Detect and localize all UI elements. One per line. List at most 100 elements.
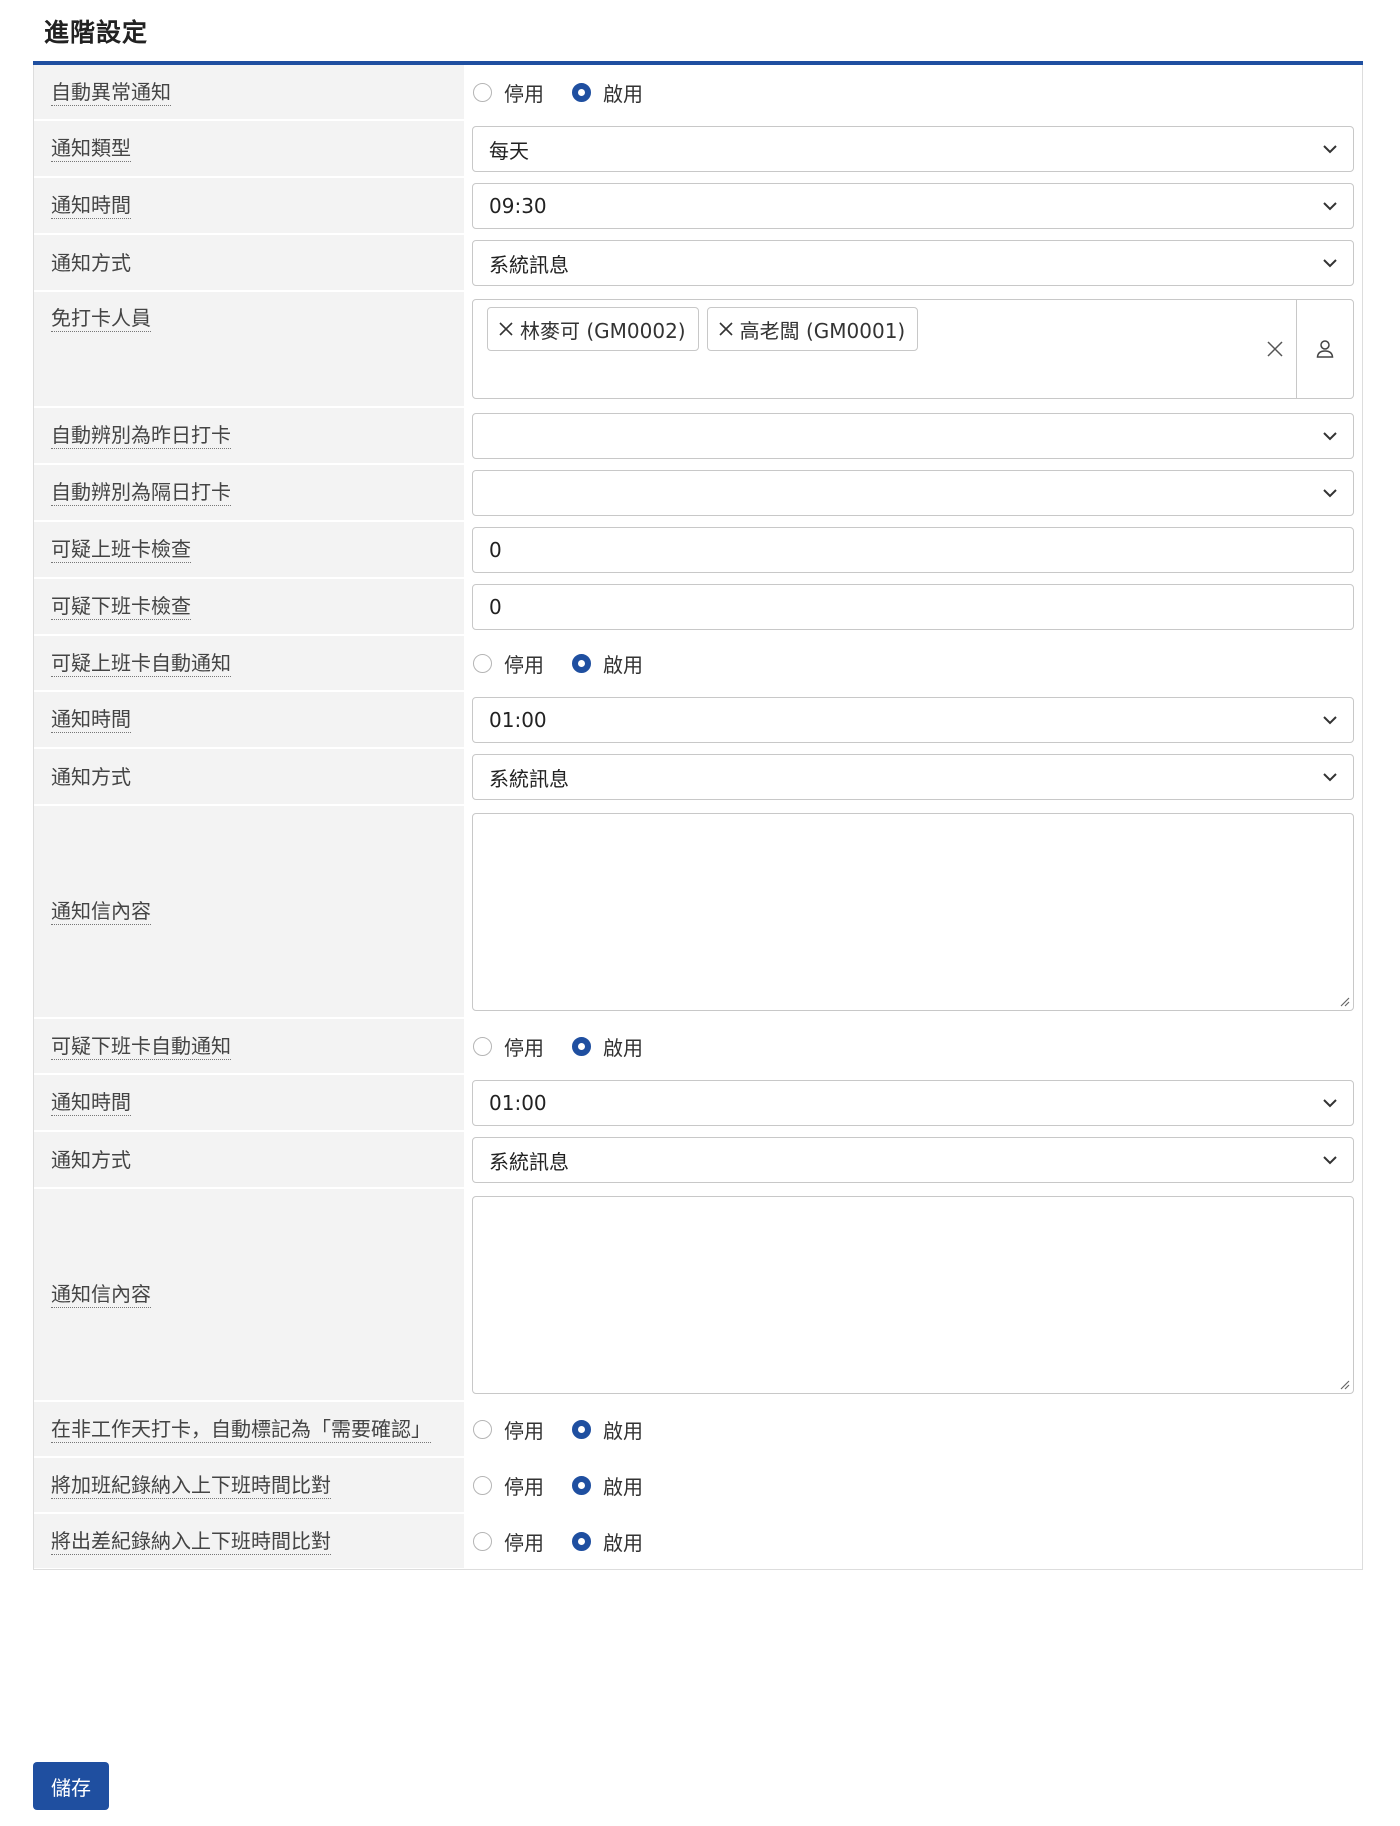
chevron-down-icon: [1323, 489, 1337, 498]
radio-label: 停用: [504, 653, 544, 677]
radio-button[interactable]: [473, 1420, 492, 1439]
radio-button[interactable]: [473, 1476, 492, 1495]
resize-handle-icon[interactable]: [1338, 1378, 1350, 1390]
row-trip-compare: 將出差紀錄納入上下班時間比對 停用 啟用: [34, 1513, 1362, 1569]
susp-in-auto-on-option[interactable]: 啟用: [572, 649, 643, 678]
notify-type-select[interactable]: 每天: [472, 126, 1354, 172]
radio-button[interactable]: [473, 83, 492, 102]
radio-label: 啟用: [603, 1036, 643, 1060]
value-cell: 停用 啟用: [464, 65, 1362, 120]
susp-out-check-label: 可疑下班卡檢查: [51, 594, 191, 620]
radio-label: 啟用: [603, 1475, 643, 1499]
value-cell: 系統訊息: [464, 1132, 1362, 1188]
exempt-staff-multiselect[interactable]: 林麥可 (GM0002) 高老闆 (GM0001): [472, 299, 1354, 399]
trip-compare-on-option[interactable]: 啟用: [572, 1527, 643, 1556]
chevron-down-icon: [1323, 432, 1337, 441]
value-cell: 09:30: [464, 178, 1362, 234]
advanced-settings-form: 自動異常通知 停用 啟用 通知類型 每天 通知時間 09:30 通知方式 系統訊…: [33, 65, 1363, 1570]
close-icon[interactable]: [498, 321, 514, 337]
label-cell: 可疑上班卡檢查: [34, 522, 464, 578]
row-auto-alert: 自動異常通知 停用 啟用: [34, 65, 1362, 120]
radio-button-checked[interactable]: [572, 654, 591, 673]
radio-button-checked[interactable]: [572, 1037, 591, 1056]
susp-out-auto-radio-group: 停用 啟用: [472, 1032, 671, 1061]
susp-out-content-textarea[interactable]: [472, 1196, 1354, 1394]
select-value: 01:00: [489, 708, 547, 732]
susp-out-check-input[interactable]: 0: [472, 584, 1354, 630]
label-cell: 通知時間: [34, 692, 464, 748]
row-auto-yesterday: 自動辨別為昨日打卡: [34, 407, 1362, 464]
radio-label: 啟用: [603, 82, 643, 106]
close-icon[interactable]: [718, 321, 734, 337]
row-susp-in-method: 通知方式 系統訊息: [34, 748, 1362, 805]
row-susp-out-auto: 可疑下班卡自動通知 停用 啟用: [34, 1018, 1362, 1074]
auto-next-day-select[interactable]: [472, 470, 1354, 516]
susp-in-time-select[interactable]: 01:00: [472, 697, 1354, 743]
susp-out-method-label: 通知方式: [51, 1147, 131, 1172]
radio-button[interactable]: [473, 1037, 492, 1056]
chevron-down-icon: [1323, 202, 1337, 211]
value-cell: [464, 465, 1362, 521]
tag-label: 高老闆 (GM0001): [739, 318, 906, 343]
value-cell: 01:00: [464, 692, 1362, 748]
notify-method-select[interactable]: 系統訊息: [472, 240, 1354, 286]
user-icon: [1316, 340, 1334, 358]
select-value: 09:30: [489, 194, 547, 218]
radio-button-checked[interactable]: [572, 83, 591, 102]
value-cell: 系統訊息: [464, 749, 1362, 805]
row-auto-next-day: 自動辨別為隔日打卡: [34, 464, 1362, 521]
auto-alert-on-option[interactable]: 啟用: [572, 78, 643, 107]
auto-yesterday-select[interactable]: [472, 413, 1354, 459]
radio-button-checked[interactable]: [572, 1532, 591, 1551]
label-cell: 通知方式: [34, 235, 464, 291]
radio-button-checked[interactable]: [572, 1476, 591, 1495]
susp-in-auto-off-option[interactable]: 停用: [473, 649, 544, 678]
clear-all-icon[interactable]: [1266, 340, 1284, 358]
susp-out-auto-on-option[interactable]: 啟用: [572, 1032, 643, 1061]
auto-alert-label: 自動異常通知: [51, 79, 171, 106]
select-people-button[interactable]: [1296, 300, 1353, 398]
value-cell: 停用 啟用: [464, 1458, 1362, 1513]
susp-out-auto-off-option[interactable]: 停用: [473, 1032, 544, 1061]
value-cell: 林麥可 (GM0002) 高老闆 (GM0001): [464, 292, 1362, 407]
row-susp-out-content: 通知信內容: [34, 1188, 1362, 1401]
susp-in-content-textarea[interactable]: [472, 813, 1354, 1011]
trip-compare-label: 將出差紀錄納入上下班時間比對: [51, 1528, 331, 1555]
trip-compare-off-option[interactable]: 停用: [473, 1527, 544, 1556]
notify-time-select[interactable]: 09:30: [472, 183, 1354, 229]
select-value: 系統訊息: [489, 252, 569, 277]
trip-compare-radio-group: 停用 啟用: [472, 1527, 671, 1556]
susp-out-method-select[interactable]: 系統訊息: [472, 1137, 1354, 1183]
page: 進階設定 自動異常通知 停用 啟用 通知類型 每天 通知時間 09:30 通知方…: [0, 0, 1400, 1826]
non-workday-off-option[interactable]: 停用: [473, 1415, 544, 1444]
save-button[interactable]: 儲存: [33, 1762, 109, 1810]
selected-tags: 林麥可 (GM0002) 高老闆 (GM0001): [473, 300, 1296, 398]
resize-handle-icon[interactable]: [1338, 995, 1350, 1007]
susp-in-content-label: 通知信內容: [51, 899, 151, 925]
value-cell: 0: [464, 579, 1362, 635]
label-cell: 自動辨別為隔日打卡: [34, 465, 464, 521]
susp-in-method-select[interactable]: 系統訊息: [472, 754, 1354, 800]
susp-in-check-input[interactable]: 0: [472, 527, 1354, 573]
row-exempt-staff: 免打卡人員 林麥可 (GM0002) 高老闆 (GM0001): [34, 291, 1362, 407]
label-cell: 將出差紀錄納入上下班時間比對: [34, 1514, 464, 1569]
radio-button[interactable]: [473, 1532, 492, 1551]
overtime-compare-off-option[interactable]: 停用: [473, 1471, 544, 1500]
radio-label: 停用: [504, 1475, 544, 1499]
overtime-compare-on-option[interactable]: 啟用: [572, 1471, 643, 1500]
section-title: 進階設定: [44, 18, 149, 47]
susp-in-auto-label: 可疑上班卡自動通知: [51, 650, 231, 677]
radio-button[interactable]: [473, 654, 492, 673]
susp-in-time-label: 通知時間: [51, 707, 131, 733]
value-cell: 停用 啟用: [464, 1402, 1362, 1457]
susp-out-time-select[interactable]: 01:00: [472, 1080, 1354, 1126]
susp-out-time-label: 通知時間: [51, 1090, 131, 1116]
row-non-workday: 在非工作天打卡，自動標記為「需要確認」 停用 啟用: [34, 1401, 1362, 1457]
value-cell: 停用 啟用: [464, 636, 1362, 691]
notify-time-label: 通知時間: [51, 193, 131, 219]
auto-alert-off-option[interactable]: 停用: [473, 78, 544, 107]
non-workday-on-option[interactable]: 啟用: [572, 1415, 643, 1444]
select-value: 每天: [489, 138, 529, 163]
radio-button-checked[interactable]: [572, 1420, 591, 1439]
row-susp-out-check: 可疑下班卡檢查 0: [34, 578, 1362, 635]
